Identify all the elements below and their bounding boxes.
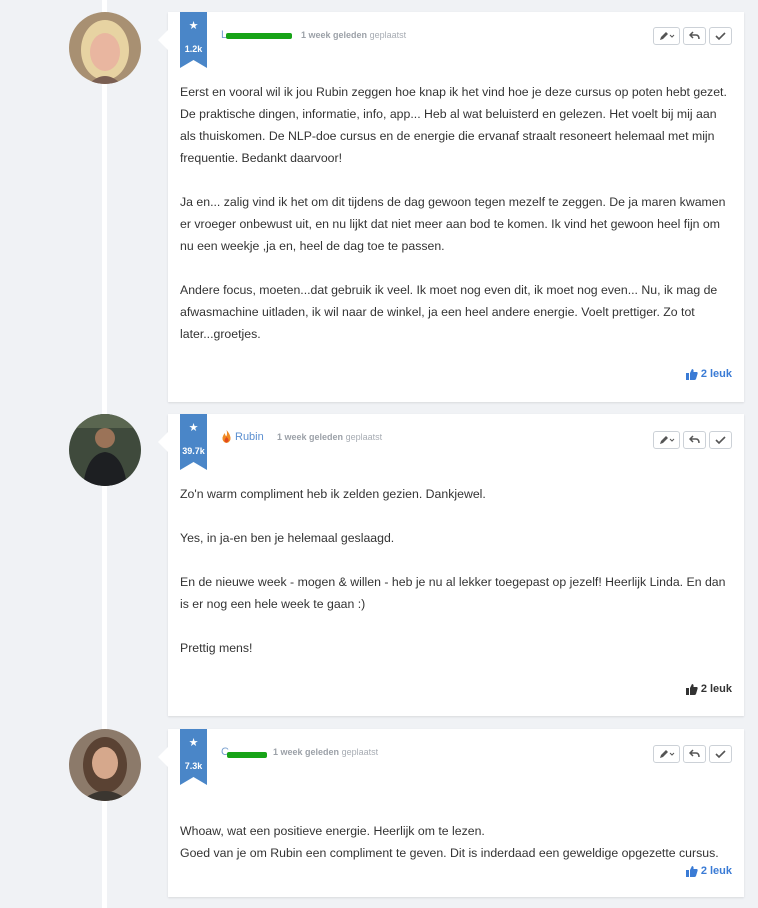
thumbs-up-icon [685,368,698,380]
check-icon [715,750,726,759]
rank-badge: ★ 7.3k [180,729,207,785]
comment-paragraph: Whoaw, wat een positieve energie. Heerli… [180,824,719,860]
accept-button[interactable] [709,431,732,449]
reply-button[interactable] [683,431,706,449]
reply-icon [689,435,700,444]
avatar[interactable] [69,729,141,801]
comment-paragraph: Yes, in ja-en ben je helemaal geslaagd. [180,531,395,545]
post-meta: 1 week geleden geplaatst [301,30,406,40]
rank-badge: ★ 1.2k [180,12,207,68]
comment-paragraph: Andere focus, moeten...dat gebruik ik ve… [180,283,718,341]
accept-button[interactable] [709,745,732,763]
author-redaction [226,33,292,39]
comment-actions [653,27,732,45]
star-icon: ★ [188,422,199,434]
pencil-icon [659,750,674,758]
post-status: geplaatst [369,30,407,40]
star-icon: ★ [188,737,199,749]
like-button[interactable]: 2 leuk [685,865,732,877]
like-button[interactable]: 2 leuk [685,683,732,695]
comment-body: Whoaw, wat een positieve energie. Heerli… [180,798,732,886]
post-status: geplaatst [345,432,383,442]
thumbs-up-icon [685,865,698,877]
post-meta: 1 week geleden geplaatst [273,747,378,757]
author-name[interactable]: Rubin [235,431,264,443]
star-icon: ★ [188,20,199,32]
rank-value: 39.7k [182,446,205,456]
comment-paragraph: Eerst en vooral wil ik jou Rubin zeggen … [180,85,727,165]
author-redaction [227,752,267,758]
comment-paragraph: En de nieuwe week - mogen & willen - heb… [180,575,726,611]
post-meta: 1 week geleden geplaatst [277,432,382,442]
pencil-icon [659,436,674,444]
reply-icon [689,31,700,40]
fire-icon [221,430,232,448]
rank-badge: ★ 39.7k [180,414,207,470]
pencil-icon [659,32,674,40]
comment-body: Eerst en vooral wil ik jou Rubin zeggen … [180,81,732,345]
like-count: 2 leuk [700,865,732,877]
reply-button[interactable] [683,27,706,45]
comment-paragraph: Zo'n warm compliment heb ik zelden gezie… [180,487,486,501]
comment-actions [653,431,732,449]
accept-button[interactable] [709,27,732,45]
rank-value: 1.2k [184,44,203,54]
edit-button[interactable] [653,745,680,763]
comment-body: Zo'n warm compliment heb ik zelden gezie… [180,483,732,659]
avatar[interactable] [69,12,141,84]
reply-button[interactable] [683,745,706,763]
reply-icon [689,749,700,758]
rank-value: 7.3k [184,761,203,771]
post-time[interactable]: 1 week geleden [273,747,339,757]
comment-card: ★ 39.7k Rubin 1 week geleden geplaatst Z… [158,414,744,716]
post-time[interactable]: 1 week geleden [277,432,343,442]
like-count: 2 leuk [700,683,732,695]
edit-button[interactable] [653,431,680,449]
check-icon [715,32,726,41]
like-count: 2 leuk [700,368,732,380]
comment-paragraph: Ja en... zalig vind ik het om dit tijden… [180,195,726,253]
post-time[interactable]: 1 week geleden [301,30,367,40]
comment-paragraph: Prettig mens! [180,641,253,655]
comment-actions [653,745,732,763]
avatar[interactable] [69,414,141,486]
thumbs-up-icon [685,683,698,695]
comment-card: ★ 1.2k L 1 week geleden geplaatst Eerst … [158,12,744,402]
like-button[interactable]: 2 leuk [685,368,732,380]
edit-button[interactable] [653,27,680,45]
post-status: geplaatst [341,747,379,757]
check-icon [715,436,726,445]
comment-card: ★ 7.3k C 1 week geleden geplaatst Whoaw,… [158,729,744,897]
